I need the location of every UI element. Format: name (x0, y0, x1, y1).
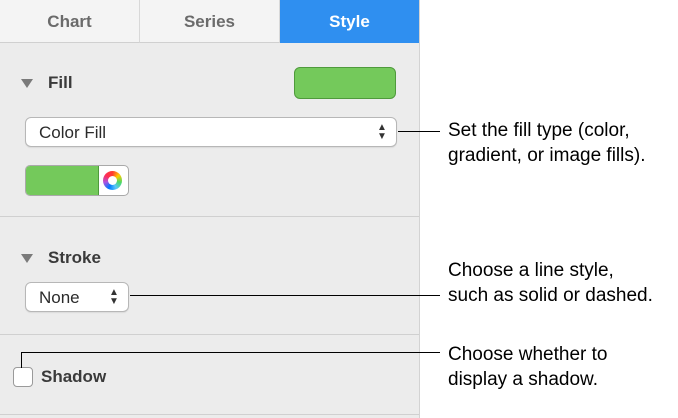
fill-type-popup[interactable]: Color Fill ▲ ▼ (25, 117, 397, 147)
fill-disclosure-triangle-icon[interactable] (21, 79, 33, 88)
stroke-section-title: Stroke (48, 248, 101, 267)
section-divider (0, 414, 419, 415)
stroke-callout-line (130, 295, 440, 296)
fill-type-value: Color Fill (39, 123, 107, 142)
tab-style[interactable]: Style (280, 0, 419, 43)
shadow-label[interactable]: Shadow (41, 367, 106, 387)
stroke-callout-line2: such as solid or dashed. (448, 285, 653, 306)
fill-callout-line (398, 131, 440, 132)
format-sidebar: Chart Series Style Fill Color Fill ▲ ▼ St… (0, 0, 420, 418)
stroke-disclosure-triangle-icon[interactable] (21, 254, 33, 263)
fill-color-swatch[interactable] (294, 67, 396, 99)
up-down-arrows-icon: ▲ ▼ (109, 287, 119, 307)
shadow-callout-vertical (21, 352, 22, 368)
fill-callout-line1: Set the fill type (color, (448, 120, 630, 141)
shadow-callout-line (21, 352, 440, 353)
tab-series[interactable]: Series (140, 0, 280, 43)
fill-section-title: Fill (48, 73, 73, 92)
fill-callout-line2: gradient, or image fills). (448, 145, 646, 166)
tab-chart[interactable]: Chart (0, 0, 140, 43)
shadow-callout-text: Choose whether to display a shadow. (448, 342, 608, 392)
fill-callout-text: Set the fill type (color, gradient, or i… (448, 118, 645, 168)
section-divider (0, 216, 419, 217)
shadow-callout-line1: Choose whether to (448, 344, 608, 365)
section-divider (0, 334, 419, 335)
inspector-tabs: Chart Series Style (0, 0, 419, 43)
stroke-callout-line1: Choose a line style, (448, 260, 614, 281)
fill-color-well[interactable] (25, 165, 129, 196)
fill-well-color[interactable] (26, 166, 99, 195)
shadow-callout-line2: display a shadow. (448, 369, 598, 390)
stroke-style-popup[interactable]: None ▲ ▼ (25, 282, 129, 312)
shadow-checkbox[interactable] (13, 367, 33, 387)
up-down-arrows-icon: ▲ ▼ (377, 122, 387, 142)
stroke-callout-text: Choose a line style, such as solid or da… (448, 258, 653, 308)
stroke-style-value: None (39, 288, 80, 307)
color-wheel-icon[interactable] (103, 171, 122, 190)
